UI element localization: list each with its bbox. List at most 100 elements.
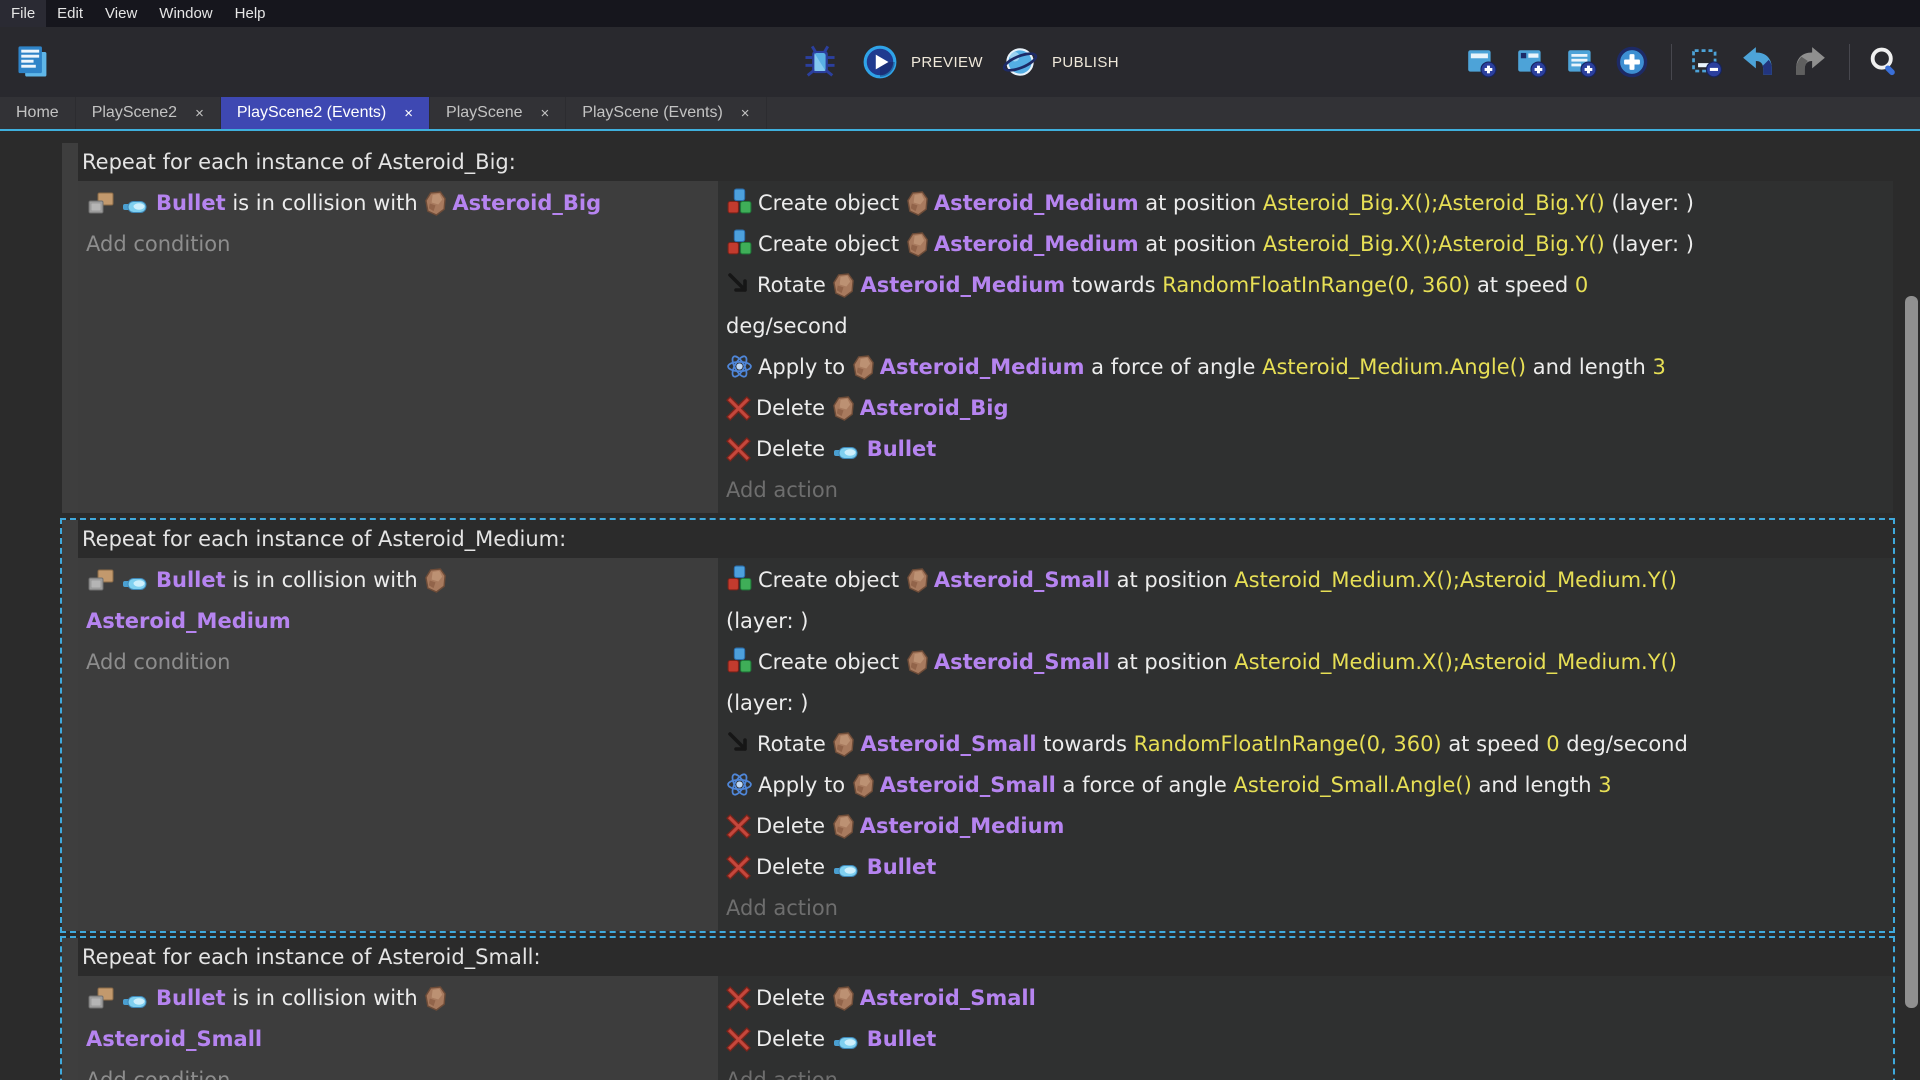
object-name: Bullet — [867, 437, 937, 461]
expression-value: Asteroid_Small.Angle() — [1234, 773, 1472, 797]
sentence-text: a force of angle — [1084, 355, 1262, 379]
expression-value: RandomFloatInRange(0, 360) — [1162, 273, 1470, 297]
sentence-text: is in collision with — [226, 986, 425, 1010]
tab-home[interactable]: Home — [0, 97, 76, 129]
add-subevent-button[interactable] — [1515, 46, 1552, 78]
sentence-text: Delete — [756, 1027, 832, 1051]
action-row[interactable]: Apply to Asteroid_Medium a force of angl… — [726, 347, 1885, 388]
action-row[interactable]: Create object Asteroid_Small at position… — [726, 560, 1885, 642]
tab-label: Home — [16, 104, 59, 122]
add-action-link[interactable]: Add action — [726, 1060, 1885, 1080]
add-comment-button[interactable] — [1565, 46, 1602, 78]
expression-value: Asteroid_Medium.X();Asteroid_Medium.Y() — [1234, 650, 1677, 674]
event-header[interactable]: Repeat for each instance of Asteroid_Med… — [78, 520, 1893, 558]
sentence-text: at speed — [1442, 732, 1547, 756]
add-condition-link[interactable]: Add condition — [86, 224, 710, 265]
event-block: Repeat for each instance of Asteroid_Big… — [60, 141, 1895, 515]
project-manager-button[interactable] — [14, 43, 57, 81]
action-row[interactable]: Delete Asteroid_Small — [726, 978, 1885, 1019]
action-row[interactable]: Delete Asteroid_Medium — [726, 806, 1885, 847]
tab-close-button[interactable]: × — [195, 105, 204, 122]
action-row[interactable]: Delete Asteroid_Big — [726, 388, 1885, 429]
event-drag-handle[interactable] — [62, 520, 78, 931]
tab-label: PlayScene — [446, 104, 523, 122]
sentence-text: and length — [1472, 773, 1598, 797]
asteroid-icon — [832, 986, 855, 1011]
action-row[interactable]: Create object Asteroid_Medium at positio… — [726, 224, 1885, 265]
redo-button[interactable] — [1793, 46, 1832, 78]
add-action-link[interactable]: Add action — [726, 888, 1885, 929]
tab-playscene[interactable]: PlayScene × — [430, 97, 566, 129]
debugger-button[interactable] — [801, 43, 844, 81]
expression-value: Asteroid_Medium.Angle() — [1262, 355, 1526, 379]
menu-item-edit[interactable]: Edit — [46, 0, 94, 27]
add-event-button[interactable] — [1465, 46, 1502, 78]
vertical-scrollbar[interactable] — [1904, 131, 1920, 1080]
asteroid-icon — [906, 191, 929, 216]
tab-playscene2-events-[interactable]: PlayScene2 (Events)× — [221, 97, 430, 129]
event-drag-handle[interactable] — [62, 938, 78, 1080]
toolbar-right-group — [1465, 44, 1906, 80]
action-row[interactable]: Rotate Asteroid_Small towards RandomFloa… — [726, 724, 1885, 765]
condition-row[interactable]: Bullet is in collision with Asteroid_Sma… — [86, 978, 710, 1060]
preview-label: PREVIEW — [911, 54, 983, 71]
condition-row[interactable]: Bullet is in collision with Asteroid_Med… — [86, 560, 710, 642]
sentence-text: at position — [1139, 191, 1263, 215]
object-name: Bullet — [867, 855, 937, 879]
delete-selection-button[interactable] — [1689, 45, 1728, 79]
bullet-icon — [121, 993, 151, 1011]
menu-item-file[interactable]: File — [0, 0, 46, 27]
action-row[interactable]: Rotate Asteroid_Medium towards RandomFlo… — [726, 265, 1885, 347]
tab-close-button[interactable]: × — [404, 105, 413, 122]
object-name: Asteroid_Big — [860, 396, 1009, 420]
action-row[interactable]: Apply to Asteroid_Small a force of angle… — [726, 765, 1885, 806]
tab-playscene2[interactable]: PlayScene2× — [76, 97, 221, 129]
asteroid-icon — [906, 232, 929, 257]
add-subevent-icon — [1515, 46, 1547, 78]
action-row[interactable]: Create object Asteroid_Small at position… — [726, 642, 1885, 724]
preview-button[interactable]: PREVIEW — [862, 44, 983, 80]
action-row[interactable]: Delete Bullet — [726, 847, 1885, 888]
condition-row[interactable]: Bullet is in collision with Asteroid_Big — [86, 183, 710, 224]
publish-button[interactable]: PUBLISH — [1001, 44, 1119, 80]
object-name: Bullet — [156, 986, 226, 1010]
object-name: Asteroid_Small — [880, 773, 1056, 797]
undo-button[interactable] — [1741, 46, 1780, 78]
asteroid-icon — [424, 191, 447, 216]
asteroid-icon — [906, 650, 929, 675]
action-row[interactable]: Create object Asteroid_Medium at positio… — [726, 183, 1885, 224]
tab-close-button[interactable]: × — [741, 105, 750, 122]
add-new-button[interactable] — [1615, 45, 1654, 79]
add-condition-link[interactable]: Add condition — [86, 642, 710, 683]
menu-item-help[interactable]: Help — [224, 0, 277, 27]
sentence-text: at speed — [1470, 273, 1575, 297]
expression-value: 3 — [1653, 355, 1666, 379]
bullet-icon — [121, 575, 151, 593]
asteroid-icon — [852, 355, 875, 380]
sentence-text: is in collision with — [226, 568, 425, 592]
delete-icon — [726, 986, 751, 1011]
object-name: Asteroid_Medium — [860, 814, 1065, 838]
create-icon — [726, 228, 753, 257]
search-button[interactable] — [1867, 45, 1906, 79]
add-comment-icon — [1565, 46, 1597, 78]
sentence-text: (layer: ) — [726, 609, 808, 633]
sentence-text: towards — [1065, 273, 1162, 297]
action-row[interactable]: Delete Bullet — [726, 429, 1885, 470]
actions-panel: Create object Asteroid_Small at position… — [718, 558, 1893, 931]
publish-label: PUBLISH — [1052, 54, 1119, 71]
event-drag-handle[interactable] — [62, 143, 78, 513]
tab-close-button[interactable]: × — [541, 105, 550, 122]
scrollbar-thumb[interactable] — [1905, 296, 1918, 1008]
add-condition-link[interactable]: Add condition — [86, 1060, 710, 1080]
object-name: Asteroid_Small — [934, 650, 1110, 674]
menu-item-view[interactable]: View — [94, 0, 148, 27]
event-header[interactable]: Repeat for each instance of Asteroid_Big… — [78, 143, 1893, 181]
tab-playscene-events-[interactable]: PlayScene (Events)× — [566, 97, 766, 129]
add-action-link[interactable]: Add action — [726, 470, 1885, 511]
asteroid-icon — [832, 814, 855, 839]
menu-item-window[interactable]: Window — [148, 0, 223, 27]
gdevelop-window: FileEditViewWindowHelp PREVIEW PUBLISH H… — [0, 0, 1920, 1080]
event-header[interactable]: Repeat for each instance of Asteroid_Sma… — [78, 938, 1893, 976]
action-row[interactable]: Delete Bullet — [726, 1019, 1885, 1060]
